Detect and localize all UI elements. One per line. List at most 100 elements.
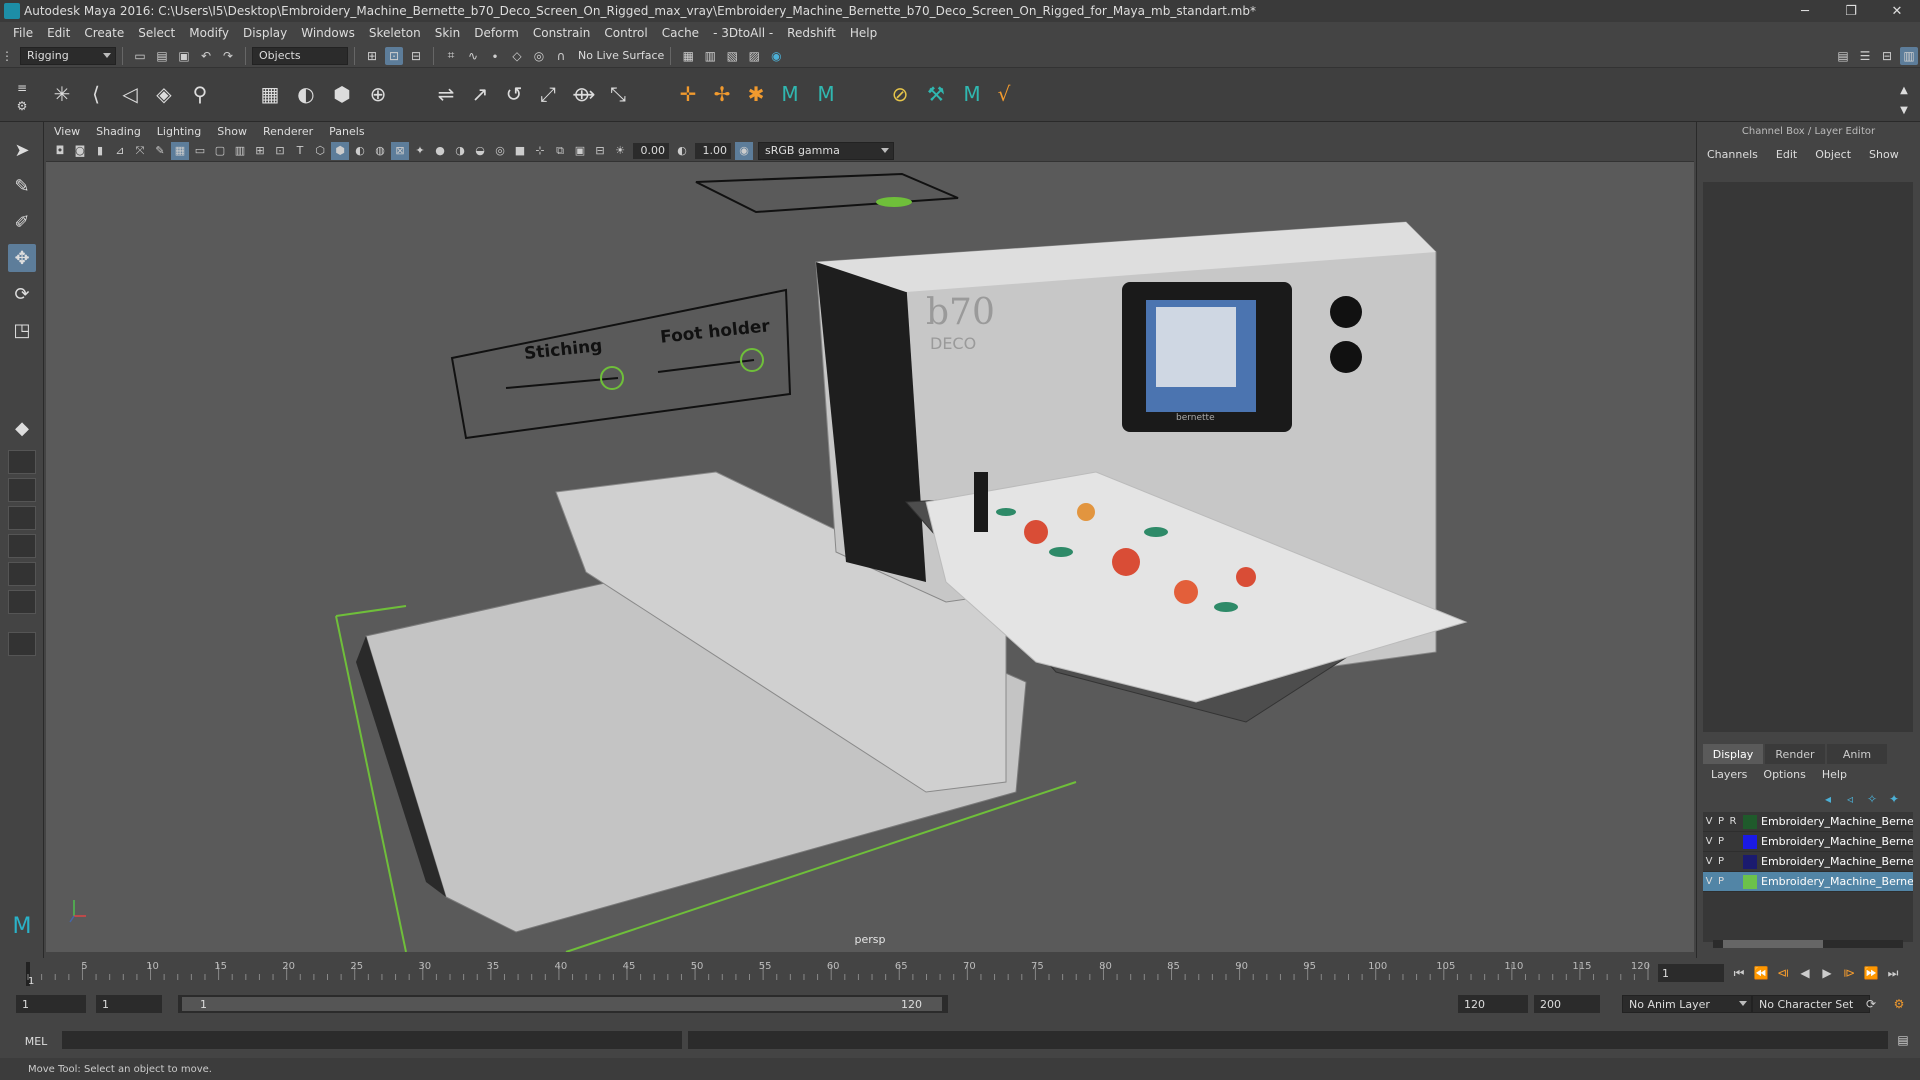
orient-joint-icon[interactable]: ⚲ [186,80,214,108]
new-empty-layer-icon[interactable]: ✧ [1863,790,1881,808]
blendshape-icon[interactable]: ⊘ [886,80,914,108]
top-control-marker[interactable] [876,197,912,207]
locator-joint-icon[interactable]: ✢ [708,80,736,108]
animation-end-field[interactable]: 200 [1534,995,1600,1013]
locator-icon[interactable]: ✛ [674,80,702,108]
resolution-gate-icon[interactable]: ▢ [211,142,229,160]
tab-anim[interactable]: Anim [1827,744,1887,764]
lattice-icon[interactable]: ⬢ [328,80,356,108]
menu-edit[interactable]: Edit [40,26,77,40]
animation-start-field[interactable]: 1 [16,995,86,1013]
xray-icon[interactable]: ⊹ [531,142,549,160]
control-panel-plane[interactable] [450,288,792,440]
film-gate-icon[interactable]: ▭ [191,142,209,160]
channel-box-toggle-icon[interactable]: ▥ [1900,46,1918,65]
menu-set-dropdown[interactable]: Rigging [20,46,116,65]
top-control-plane[interactable] [695,172,959,214]
layer-visibility-toggle[interactable]: V [1703,856,1715,867]
shelf-menu-icon[interactable]: ⚙ [14,92,30,120]
orient-constraint-icon[interactable]: ↺ [500,80,528,108]
restore-button[interactable]: ❐ [1828,0,1874,22]
layer-menu-options[interactable]: Options [1763,768,1805,781]
four-view-layout-icon[interactable] [8,478,36,502]
exposure-field[interactable]: 0.00 [633,142,669,159]
new-scene-icon[interactable]: ▭ [131,47,149,65]
tab-render[interactable]: Render [1765,744,1825,764]
screen-space-ao-icon[interactable]: ● [431,142,449,160]
machine-knob-bottom[interactable] [1330,341,1362,373]
menu-help[interactable]: Help [843,26,884,40]
select-by-component-icon[interactable]: ⊟ [407,47,425,65]
layer-playback-toggle[interactable]: P [1715,836,1727,847]
use-all-lights-icon[interactable]: ⊠ [391,141,409,160]
scale-tool-icon[interactable]: ◳ [8,316,36,344]
panel-menu-renderer[interactable]: Renderer [263,125,313,138]
render-frame-icon[interactable]: ▥ [701,47,719,65]
character-set-dropdown[interactable]: No Character Set [1752,995,1870,1013]
script-editor-icon[interactable]: ▤ [1894,1031,1912,1049]
open-scene-icon[interactable]: ▤ [153,47,171,65]
step-back-frame-icon[interactable]: ⧏ [1772,962,1794,984]
time-slider[interactable]: 1 5 10 15 20 25 30 35 40 45 50 55 60 65 70 75 80 85 90 95 1… [0,958,1920,988]
close-button[interactable]: ✕ [1874,0,1920,22]
grease-pencil-icon[interactable]: ✎ [151,142,169,160]
menu-modify[interactable]: Modify [182,26,236,40]
render-view-icon[interactable]: ▦ [679,47,697,65]
scale-constraint-icon[interactable]: ⤢ [534,80,562,108]
motion-blur-icon[interactable]: ◑ [451,142,469,160]
range-slider-thumb[interactable]: 1 120 [182,997,942,1011]
layer-playback-toggle[interactable]: P [1715,816,1727,827]
panel-menu-view[interactable]: View [54,125,80,138]
two-d-pan-icon[interactable]: ⤧ [131,142,149,160]
script-language-toggle[interactable]: MEL [16,1033,56,1049]
persp-outliner-layout-icon[interactable] [8,506,36,530]
cb-menu-channels[interactable]: Channels [1707,148,1758,161]
live-surface-label[interactable]: No Live Surface [578,49,664,62]
panel-menu-show[interactable]: Show [217,125,247,138]
animation-preferences-icon[interactable]: ⚙ [1890,995,1908,1013]
range-slider[interactable]: 1 120 [178,995,948,1013]
xray-joints-icon[interactable]: ⧉ [551,142,569,160]
wire-icon[interactable]: √ [990,80,1018,108]
camera-attributes-icon[interactable]: ◙ [71,142,89,160]
parent-constraint-icon[interactable]: ⟴ [570,80,598,108]
menu-3dtoall[interactable]: - 3DtoAll - [706,26,780,40]
view-transform-dropdown[interactable]: sRGB gamma [758,141,894,160]
custom-layout-icon[interactable] [8,632,36,656]
cb-menu-object[interactable]: Object [1815,148,1851,161]
layer-menu-help[interactable]: Help [1822,768,1847,781]
backface-icon[interactable]: ⊟ [591,142,609,160]
grid-toggle-icon[interactable]: ▦ [171,141,189,160]
menu-cache[interactable]: Cache [655,26,706,40]
layer-color-swatch[interactable] [1743,814,1757,829]
playback-start-field[interactable]: 1 [96,995,162,1013]
ik-spline-icon[interactable]: ◁ [116,80,144,108]
undo-icon[interactable]: ↶ [197,47,215,65]
menu-constrain[interactable]: Constrain [526,26,598,40]
step-forward-key-icon[interactable]: ⏩ [1860,962,1882,984]
current-frame-field[interactable]: 1 [1658,964,1724,982]
wrap-deformer-icon[interactable]: ⚒ [922,80,950,108]
layer-color-swatch[interactable] [1743,834,1757,849]
menu-windows[interactable]: Windows [294,26,362,40]
menu-display[interactable]: Display [236,26,294,40]
cross-icon[interactable]: ✱ [742,80,770,108]
safe-title-icon[interactable]: T [291,142,309,160]
tool-settings-icon[interactable]: ⊟ [1878,47,1896,65]
presser-foot[interactable] [974,472,988,532]
menu-file[interactable]: File [6,26,40,40]
render-settings-icon[interactable]: ▨ [745,47,763,65]
menu-skin[interactable]: Skin [428,26,468,40]
snap-curve-icon[interactable]: ∿ [464,47,482,65]
select-by-hierarchy-icon[interactable]: ⊞ [363,47,381,65]
cb-menu-show[interactable]: Show [1869,148,1899,161]
layer-visibility-toggle[interactable]: V [1703,816,1715,827]
cb-menu-edit[interactable]: Edit [1776,148,1797,161]
layer-row[interactable]: V P Embroidery_Machine_Bernette [1703,852,1913,872]
menu-control[interactable]: Control [597,26,654,40]
menu-select[interactable]: Select [131,26,182,40]
layer-playback-toggle[interactable]: P [1715,856,1727,867]
panel-menu-shading[interactable]: Shading [96,125,141,138]
ipr-render-icon[interactable]: ▧ [723,47,741,65]
time-ruler[interactable]: 1 5 10 15 20 25 30 35 40 45 50 55 60 65 70 75 80 85 90 95 1… [26,958,1656,988]
